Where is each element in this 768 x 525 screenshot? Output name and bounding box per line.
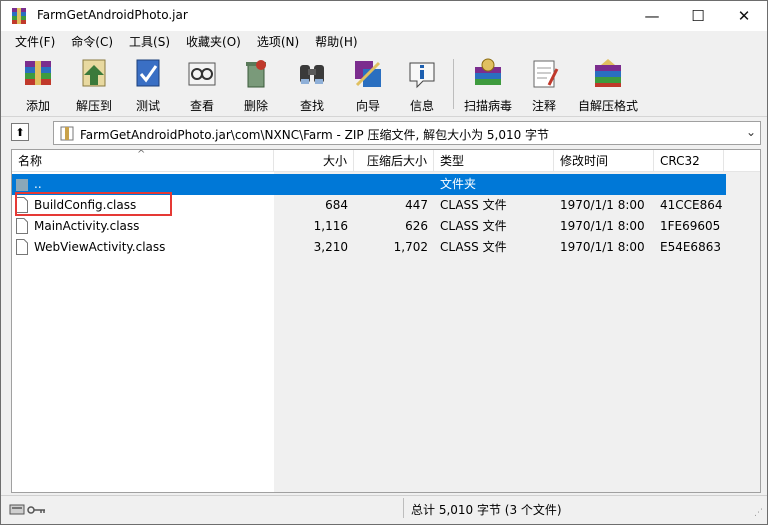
row-size: 1,116 bbox=[313, 219, 348, 233]
toolbar-delete-button[interactable]: 删除 bbox=[229, 55, 283, 113]
row-crc32: E54E6863 bbox=[660, 240, 721, 254]
status-separator bbox=[403, 498, 404, 518]
winrar-app-icon bbox=[12, 8, 26, 24]
address-bar: ⬆ FarmGetAndroidPhoto.jar\com\NXNC\Farm … bbox=[1, 119, 767, 147]
toolbar-separator bbox=[453, 59, 454, 109]
column-name-label: 名称 bbox=[18, 154, 43, 168]
column-packed-size[interactable]: 压缩后大小 bbox=[354, 150, 434, 172]
row-size: 684 bbox=[325, 198, 348, 212]
file-icon bbox=[16, 239, 28, 255]
drive-key-icon bbox=[9, 504, 45, 515]
row-type: CLASS 文件 bbox=[440, 219, 507, 233]
row-packed-size: 1,702 bbox=[393, 240, 428, 254]
row-packed-size: 626 bbox=[405, 219, 428, 233]
toolbar-find-button[interactable]: 查找 bbox=[285, 55, 339, 113]
menu-options[interactable]: 选项(N) bbox=[249, 31, 307, 52]
extract-to-icon bbox=[82, 59, 106, 87]
menu-favorites[interactable]: 收藏夹(O) bbox=[178, 31, 249, 52]
toolbar-comment-button[interactable]: 注释 bbox=[517, 55, 571, 113]
row-crc32: 1FE69605 bbox=[660, 219, 721, 233]
menu-file[interactable]: 文件(F) bbox=[7, 31, 63, 52]
row-size: 3,210 bbox=[313, 240, 348, 254]
maximize-button[interactable]: ☐ bbox=[675, 1, 721, 31]
close-button[interactable]: ✕ bbox=[721, 1, 767, 31]
table-row[interactable]: WebViewActivity.class 3,210 1,702 CLASS … bbox=[12, 237, 726, 258]
view-icon bbox=[188, 62, 216, 86]
file-list[interactable]: 名称 ^ 大小 压缩后大小 类型 修改时间 CRC32 .. 文件夹 Build… bbox=[11, 149, 761, 493]
toolbar-extract-button[interactable]: 解压到 bbox=[67, 55, 121, 113]
winrar-window: FarmGetAndroidPhoto.jar — ☐ ✕ 文件(F) 命令(C… bbox=[0, 0, 768, 525]
delete-icon bbox=[246, 60, 266, 88]
row-modified: 1970/1/1 8:00 bbox=[560, 198, 645, 212]
toolbar-virus-scan-button[interactable]: 扫描病毒 bbox=[461, 55, 515, 113]
sort-ascending-icon: ^ bbox=[137, 149, 146, 160]
row-crc32: 41CCE864 bbox=[660, 198, 723, 212]
column-header: 名称 ^ 大小 压缩后大小 类型 修改时间 CRC32 bbox=[12, 150, 760, 172]
file-icon bbox=[16, 218, 28, 234]
row-name: MainActivity.class bbox=[34, 219, 140, 233]
toolbar-wizard-button[interactable]: 向导 bbox=[341, 55, 395, 113]
highlight-annotation bbox=[15, 192, 172, 216]
menu-help[interactable]: 帮助(H) bbox=[307, 31, 365, 52]
wizard-icon bbox=[355, 61, 381, 87]
address-path: FarmGetAndroidPhoto.jar\com\NXNC\Farm - … bbox=[80, 128, 550, 142]
row-type: CLASS 文件 bbox=[440, 198, 507, 212]
row-modified: 1970/1/1 8:00 bbox=[560, 240, 645, 254]
toolbar-sfx-label: 自解压格式 bbox=[577, 99, 638, 113]
virus-scan-icon bbox=[475, 58, 501, 85]
toolbar-info-label: 信息 bbox=[409, 99, 434, 113]
row-name: WebViewActivity.class bbox=[34, 240, 166, 254]
toolbar-view-button[interactable]: 查看 bbox=[175, 55, 229, 113]
menu-commands[interactable]: 命令(C) bbox=[63, 31, 121, 52]
info-icon bbox=[409, 62, 435, 89]
title-bar[interactable]: FarmGetAndroidPhoto.jar — ☐ ✕ bbox=[1, 1, 767, 31]
toolbar-test-button[interactable]: 测试 bbox=[121, 55, 175, 113]
find-icon bbox=[300, 65, 324, 84]
row-type: CLASS 文件 bbox=[440, 240, 507, 254]
toolbar-sfx-button[interactable]: 自解压格式 bbox=[578, 55, 638, 113]
toolbar-info-button[interactable]: 信息 bbox=[395, 55, 449, 113]
resize-grip-icon[interactable]: ⋰ bbox=[754, 508, 763, 518]
row-modified: 1970/1/1 8:00 bbox=[560, 219, 645, 233]
status-summary: 总计 5,010 字节 (3 个文件) bbox=[411, 503, 562, 517]
comment-icon bbox=[533, 60, 559, 88]
column-size[interactable]: 大小 bbox=[274, 150, 354, 172]
add-archive-icon bbox=[25, 61, 51, 85]
column-name[interactable]: 名称 ^ bbox=[12, 150, 274, 172]
toolbar-comment-label: 注释 bbox=[531, 99, 556, 113]
toolbar: 添加 解压到 测试 查看 删除 查找 向导 信息 扫描病毒 注释 自解压格式 bbox=[1, 53, 767, 117]
folder-up-icon bbox=[16, 179, 28, 191]
chevron-down-icon[interactable]: ⌄ bbox=[746, 125, 756, 139]
test-icon bbox=[136, 59, 160, 87]
minimize-button[interactable]: — bbox=[629, 1, 675, 31]
status-bar: 总计 5,010 字节 (3 个文件) ⋰ bbox=[1, 495, 767, 521]
row-type: 文件夹 bbox=[440, 177, 477, 191]
menu-bar: 文件(F) 命令(C) 工具(S) 收藏夹(O) 选项(N) 帮助(H) bbox=[1, 31, 767, 51]
window-title: FarmGetAndroidPhoto.jar bbox=[37, 8, 188, 22]
column-crc32[interactable]: CRC32 bbox=[654, 150, 724, 172]
address-combobox[interactable]: FarmGetAndroidPhoto.jar\com\NXNC\Farm - … bbox=[53, 121, 761, 145]
row-packed-size: 447 bbox=[405, 198, 428, 212]
sfx-icon bbox=[595, 59, 621, 87]
table-row[interactable]: MainActivity.class 1,116 626 CLASS 文件 19… bbox=[12, 216, 726, 237]
toolbar-add-button[interactable]: 添加 bbox=[11, 55, 65, 113]
archive-file-icon bbox=[60, 126, 74, 141]
column-type[interactable]: 类型 bbox=[434, 150, 554, 172]
up-folder-button[interactable]: ⬆ bbox=[11, 123, 29, 141]
column-modified[interactable]: 修改时间 bbox=[554, 150, 654, 172]
menu-tools[interactable]: 工具(S) bbox=[121, 31, 178, 52]
